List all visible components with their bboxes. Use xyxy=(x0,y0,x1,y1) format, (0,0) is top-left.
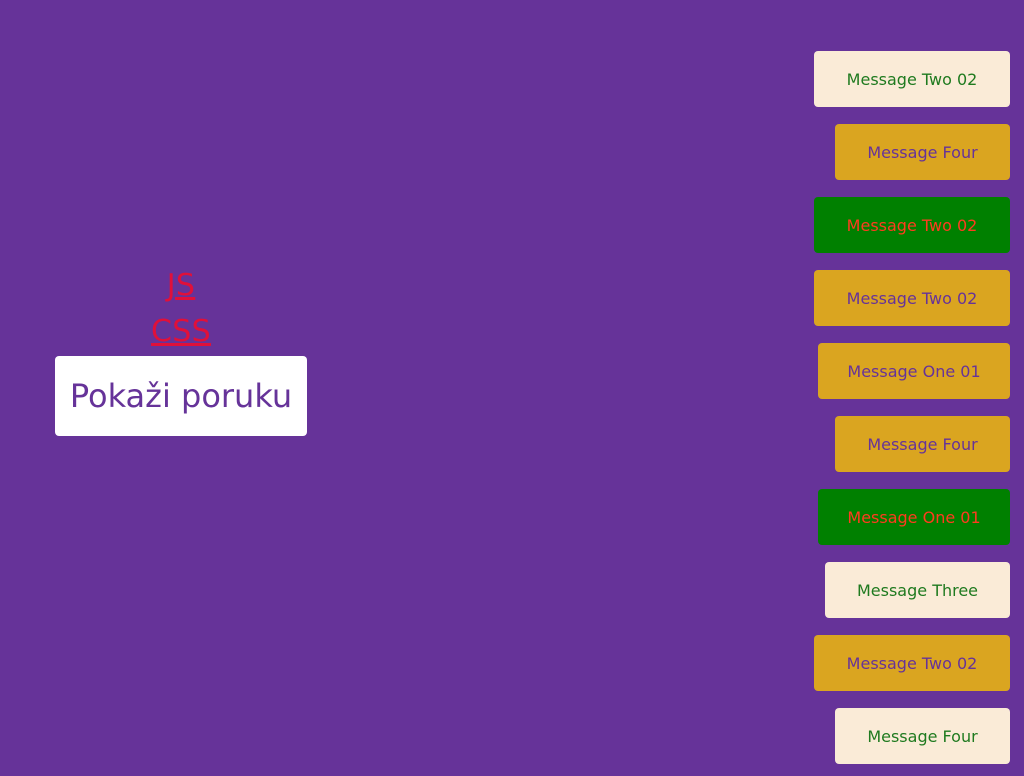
js-link[interactable]: JS xyxy=(167,264,196,310)
message-text: Message One 01 xyxy=(847,507,981,527)
css-link[interactable]: CSS xyxy=(151,310,211,356)
message-toast[interactable]: Message Three xyxy=(825,562,1010,618)
message-text: Message One 01 xyxy=(847,361,981,381)
message-toast[interactable]: Message Two 02 xyxy=(814,270,1010,326)
message-text: Message Two 02 xyxy=(846,215,978,235)
message-toast[interactable]: Message Two 02 xyxy=(814,635,1010,691)
page: JS CSS Pokaži poruku Message Two 02 Mess… xyxy=(0,0,1024,776)
message-text: Message Four xyxy=(867,726,978,746)
message-text: Message Four xyxy=(867,142,978,162)
message-text: Message Three xyxy=(856,580,979,600)
control-panel: JS CSS Pokaži poruku xyxy=(55,266,307,436)
message-stack: Message Two 02 Message Four Message Two … xyxy=(814,51,1010,764)
message-toast[interactable]: Message One 01 xyxy=(818,489,1010,545)
show-message-button[interactable]: Pokaži poruku xyxy=(55,356,307,436)
message-toast[interactable]: Message Two 02 xyxy=(814,51,1010,107)
message-toast[interactable]: Message Four xyxy=(835,708,1010,764)
message-text: Message Two 02 xyxy=(846,288,978,308)
message-text: Message Two 02 xyxy=(846,69,978,89)
message-toast[interactable]: Message Two 02 xyxy=(814,197,1010,253)
message-text: Message Two 02 xyxy=(846,653,978,673)
message-text: Message Four xyxy=(867,434,978,454)
message-toast[interactable]: Message Four xyxy=(835,124,1010,180)
message-toast[interactable]: Message One 01 xyxy=(818,343,1010,399)
message-toast[interactable]: Message Four xyxy=(835,416,1010,472)
